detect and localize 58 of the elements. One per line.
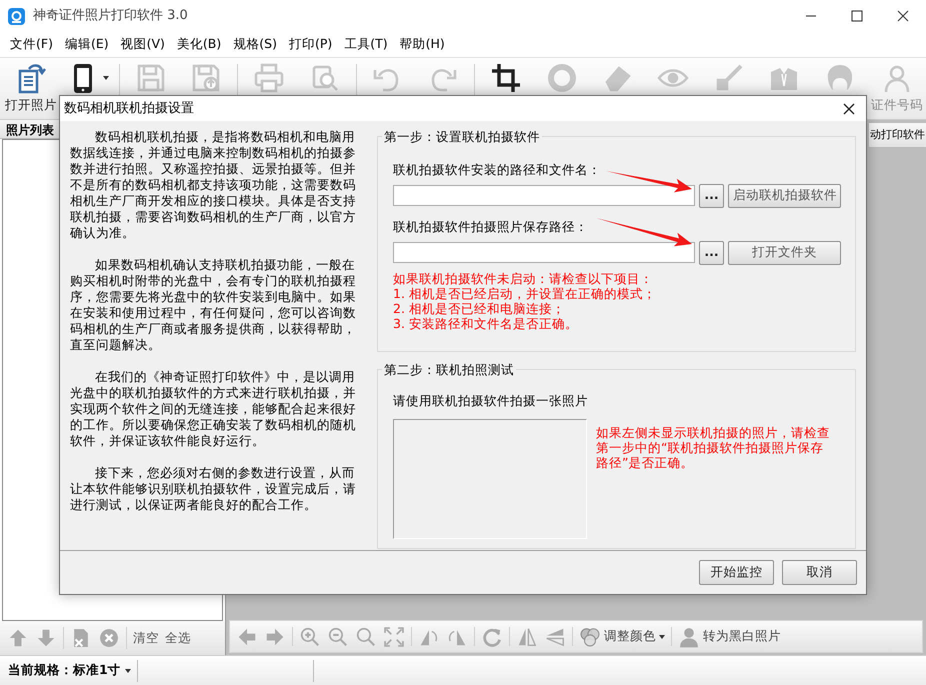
crop-icon: [490, 62, 522, 94]
spec-dropdown[interactable]: 当前规格：标准1寸: [0, 656, 137, 684]
close-icon: [843, 102, 855, 115]
up-arrow-icon: [7, 627, 29, 649]
input-field[interactable]: [393, 242, 695, 263]
input-field[interactable]: [393, 185, 695, 206]
menu-item[interactable]: 美化(B): [170, 35, 228, 54]
tab[interactable]: 动打印软件: [868, 122, 926, 148]
menu-item[interactable]: 文件(F): [4, 35, 59, 54]
group-title: 第一步：设置联机拍摄软件: [382, 129, 542, 145]
zoom-in-icon: [299, 626, 321, 648]
paragraph: 接下来，您必须对右侧的参数进行设置，从而让本软件能够识别联机拍摄软件，设置完成后，请进行测试，以保证两者能良好的配合工作。: [70, 465, 357, 513]
flip-horizontal-icon: [516, 626, 538, 648]
toolbar-button[interactable]: 全选: [162, 624, 194, 652]
field-label: 联机拍摄软件安装的路径和文件名：: [393, 161, 601, 179]
menu-item[interactable]: 打印(P): [282, 35, 338, 54]
paragraph: 数码相机联机拍摄，是指将数码相机和电脑用数据线连接，并通过电脑来控制数码相机的拍摄参数并进行拍照。又称遥控拍摄、远景拍摄等。但并不是所有的数码相机都支持该项功能，这需要数码相机生产厂商开发相应的接口模块。具体是否支持联机拍摄，需要咨询数码相机的生产厂商，以官方确认为准。: [70, 129, 357, 241]
toolbar-button[interactable]: 调整颜色: [576, 622, 668, 650]
menu-item[interactable]: 视图(V): [114, 35, 171, 54]
note-text: 如果左侧未显示联机拍摄的照片，请检查第一步中的“联机拍摄软件拍摄照片保存路径”是否正确。: [596, 424, 831, 472]
ring-icon: [546, 62, 578, 94]
menu-item[interactable]: 帮助(H): [394, 35, 451, 54]
person-icon: [678, 626, 700, 648]
field-label: 联机拍摄软件拍摄照片保存路径：: [393, 218, 588, 236]
dialog-button[interactable]: 开始监控: [699, 560, 774, 585]
toolbar-button[interactable]: 转为黑白照片: [675, 622, 784, 650]
dialog-title: 数码相机联机拍摄设置: [64, 100, 194, 118]
paragraph: 如果数码相机确认支持联机拍摄功能，一般在购买相机时附带的光盘中，会有专门的联机拍摄程序，您需要先将光盘中的软件安装到电脑中。如果在安装和使用过程中，有任何疑问，您可以咨询数码相机的生产厂商或者服务提供商，以获得帮助，直至问题解决。: [70, 257, 357, 353]
fit-screen-icon: [383, 626, 405, 648]
panel-header: 照片列表: [6, 123, 54, 137]
minimize-icon: [806, 15, 816, 17]
paragraph: 在我们的《神奇证照打印软件》中，是以调用光盘中的联机拍摄软件的方式来进行联机拍摄，并实现两个软件之间的无缝连接，能够配合起来很好的工作。所以要确保您正确安装了数码相机的随机软件，并保证该软件能良好运行。: [70, 369, 357, 449]
action-button[interactable]: 打开文件夹: [728, 240, 841, 264]
browse-button[interactable]: ...: [699, 240, 724, 264]
instruction-text: 请使用联机拍摄软件拍摄一张照片: [393, 392, 589, 410]
toolbar-button[interactable]: 清空: [130, 624, 162, 652]
warning-text: 2. 相机是否已经和电脑连接；: [393, 300, 566, 316]
zoom-out-icon: [327, 626, 349, 648]
menu-item[interactable]: 工具(T): [338, 35, 394, 54]
warning-text: 3. 安装路径和文件名是否正确。: [393, 316, 579, 330]
action-button[interactable]: 启动联机拍摄软件: [728, 184, 841, 208]
search-icon: [355, 626, 377, 648]
group-title: 第二步：联机拍照测试: [382, 362, 516, 378]
cancel-icon: [98, 627, 120, 649]
warning-text: 1. 相机是否已经启动，并设置在正确的模式；: [393, 286, 657, 300]
printer-icon: [252, 62, 285, 94]
close-icon: [895, 8, 911, 24]
browse-button[interactable]: ...: [699, 184, 724, 208]
window-title: 神奇证件照片打印软件 3.0: [33, 7, 188, 26]
warning-text: 如果联机拍摄软件未启动：请检查以下项目：: [393, 270, 654, 286]
dialog-button[interactable]: 取消: [782, 560, 857, 585]
maximize-icon: [849, 8, 865, 24]
toolbar-button[interactable]: 打开照片: [2, 58, 60, 118]
color-circles-icon: [579, 626, 601, 648]
app-logo-icon: [8, 8, 25, 24]
menu-item[interactable]: 编辑(E): [58, 35, 115, 54]
down-arrow-icon: [35, 627, 57, 649]
menu-item[interactable]: 规格(S): [227, 35, 283, 54]
